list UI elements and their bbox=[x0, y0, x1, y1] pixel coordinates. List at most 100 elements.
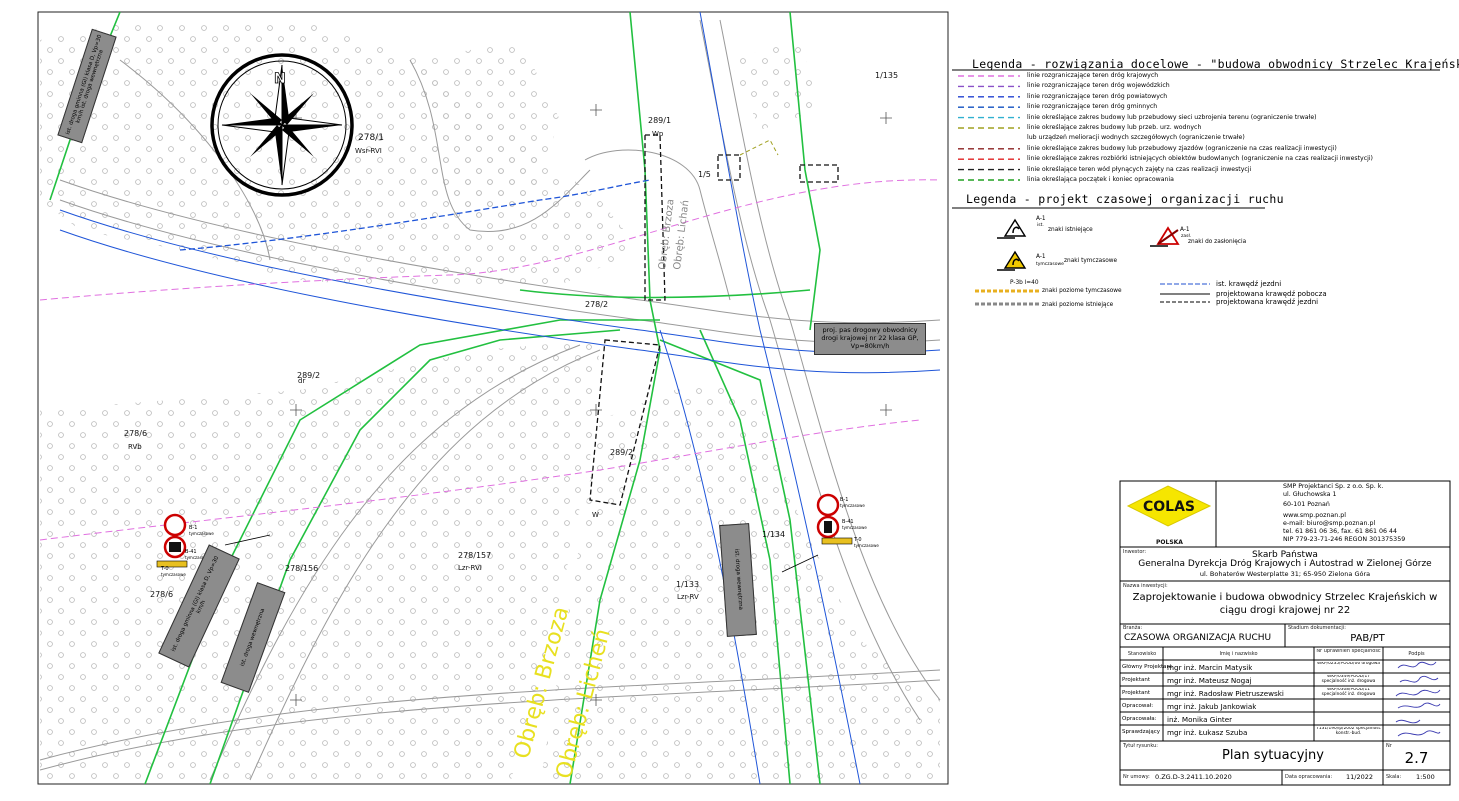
scale-value: 1:500 bbox=[1416, 773, 1435, 781]
covered-sign-icon bbox=[1150, 226, 1180, 247]
contract-value: 0.ZG.D-3.2411.10.2020 bbox=[1155, 773, 1232, 781]
sign-label-left: tymczasowe bbox=[189, 531, 214, 536]
legend-item-label: linie określające zakres rozbiórki istni… bbox=[1027, 155, 1373, 163]
legend-item-label: linie określające zakres budowy lub prze… bbox=[1027, 144, 1337, 152]
map-content: N 278/1 Wsr-RVI 289/1 Wp 1/5 1/135 278/2… bbox=[39, 12, 941, 784]
date-value: 11/2022 bbox=[1346, 773, 1374, 781]
svg-text:N: N bbox=[274, 71, 286, 87]
project-line: ciągu drogi krajowej nr 22 bbox=[1219, 605, 1351, 616]
sheet-number: 2.7 bbox=[1404, 749, 1429, 767]
parcel-label: 278/156 bbox=[285, 564, 318, 573]
staff-name: mgr inż. Radosław Pietruszewski bbox=[1167, 689, 1284, 698]
staff-role: Sprawdzający bbox=[1122, 729, 1161, 735]
staff-role: Główny Projektant bbox=[1122, 664, 1173, 670]
parcel-label: 1/133 bbox=[676, 580, 699, 589]
sign-sub-existing: ist. bbox=[1037, 223, 1044, 228]
legend-item-label: linie określające zakres budowy lub prze… bbox=[1027, 124, 1202, 131]
sheet-title: Plan sytuacyjny bbox=[1222, 748, 1324, 763]
colas-logo-text: COLAS bbox=[1143, 499, 1195, 515]
vegetation-area-ne bbox=[730, 40, 820, 130]
parcel-label: W bbox=[592, 511, 599, 519]
staff-role: Opracował: bbox=[1122, 703, 1154, 709]
firm-line: 60-101 Poznań bbox=[1283, 501, 1330, 508]
legend-toc-title: Legenda - projekt czasowej organizacji r… bbox=[966, 192, 1284, 206]
parcel-label: Wsr-RVI bbox=[355, 147, 382, 155]
staff-name: mgr inż. Łukasz Szuba bbox=[1167, 728, 1248, 737]
legend-item-label: linie rozgraniczające teren dróg wojewód… bbox=[1027, 82, 1170, 90]
branch-value: CZASOWA ORGANIZACJA RUCHU bbox=[1124, 633, 1272, 643]
parcel-label: 289/2 bbox=[297, 371, 320, 380]
parcel-label: 278/2 bbox=[585, 300, 608, 309]
legend-item-label: linie określające teren wód płynących za… bbox=[1027, 165, 1252, 173]
sign-label-right: tymczasowe bbox=[840, 503, 865, 508]
legend-item-label: linia określająca początek i koniec opra… bbox=[1027, 176, 1174, 183]
branch-label: Branża: bbox=[1123, 625, 1143, 631]
no-entry-sign-icon bbox=[816, 493, 840, 517]
staff-license: WKP/0308/POOD/11 specjalność inż. drogow… bbox=[1321, 688, 1376, 697]
toc-line-label: ist. krawędź jezdni bbox=[1216, 280, 1282, 288]
stage-label: Stadium dokumentacji: bbox=[1288, 625, 1346, 631]
parcel-label: 1/134 bbox=[762, 530, 785, 539]
sheet-title-label: Tytuł rysunku: bbox=[1123, 743, 1158, 749]
staff-name: mgr inż. Mateusz Nogaj bbox=[1167, 676, 1252, 685]
staff-role: Projektant bbox=[1122, 677, 1150, 683]
table-header: Nr uprawnień specjalność bbox=[1316, 649, 1381, 654]
parcel-label: 278/1 bbox=[358, 133, 384, 143]
legend-main-title: Legenda - rozwiązania docelowe - "budowa… bbox=[972, 57, 1459, 71]
firm-line: SMP Projektanci Sp. z o.o. Sp. k. bbox=[1283, 483, 1384, 490]
investor-line: Generalna Dyrekcja Dróg Krajowych i Auto… bbox=[1138, 559, 1432, 569]
parcel-label: 278/6 bbox=[150, 590, 173, 599]
stage-value: PAB/PT bbox=[1350, 633, 1385, 644]
sign-label-left: tymczasowe bbox=[161, 572, 186, 577]
temp-marking-code: P-3b l=40 bbox=[1010, 280, 1039, 286]
existing-sign-icon bbox=[997, 218, 1027, 239]
staff-license: WKP/0349/POOD/17 specjalność inż. drogow… bbox=[1321, 675, 1376, 684]
scale-label: Skala: bbox=[1386, 774, 1402, 780]
sign-code-covered: A-1 bbox=[1180, 227, 1190, 233]
project-line: Zaprojektowanie i budowa obwodnicy Strze… bbox=[1132, 592, 1438, 603]
legend-item-label: linie rozgraniczające teren dróg krajowy… bbox=[1027, 72, 1159, 79]
project-label: Nazwa inwestycji: bbox=[1123, 583, 1168, 589]
investor-line: ul. Bohaterów Westerplatte 31; 65-950 Zi… bbox=[1199, 570, 1371, 578]
vegetation-area-north bbox=[40, 20, 640, 290]
parcel-label: Wp bbox=[652, 130, 664, 138]
firm-line: tel. 61 861 06 36, fax. 61 861 06 44 bbox=[1283, 528, 1398, 535]
temp-barrier-icon bbox=[821, 537, 853, 545]
parcel-label: 278/157 bbox=[458, 551, 491, 560]
sign-label-temp: znaki tymczasowe bbox=[1064, 258, 1118, 264]
legend-line-samples bbox=[958, 75, 1020, 181]
parcel-label: RVb bbox=[128, 443, 142, 451]
firm-line: ul. Głuchowska 1 bbox=[1283, 491, 1337, 498]
staff-name: mgr inż. Marcin Matysik bbox=[1167, 663, 1253, 672]
staff-name: inż. Monika Ginter bbox=[1167, 715, 1233, 724]
sign-code-existing: A-1 bbox=[1036, 216, 1046, 222]
colas-country-text: POLSKA bbox=[1156, 539, 1183, 546]
drawing-sheet: N 278/1 Wsr-RVI 289/1 Wp 1/5 1/135 278/2… bbox=[0, 0, 1459, 801]
table-header: Stanowisko bbox=[1127, 651, 1157, 657]
toc-line-label: projektowana krawędź jezdni bbox=[1216, 298, 1319, 306]
table-header: Podpis bbox=[1408, 651, 1425, 657]
sign-label-right: tymczasowe bbox=[854, 543, 879, 548]
existing-marking-label: znaki poziome istniejące bbox=[1042, 302, 1114, 308]
staff-name: mgr inż. Jakub Jankowiak bbox=[1167, 702, 1257, 711]
contract-label: Nr umowy: bbox=[1123, 774, 1150, 780]
firm-line: NIP 779-23-71-246 REGON 301375359 bbox=[1283, 536, 1406, 543]
no-entry-sign-icon bbox=[163, 513, 187, 537]
sign-label-covered: znaki do zasłonięcia bbox=[1188, 239, 1247, 245]
sign-sub-temp: tymczasowe bbox=[1036, 262, 1064, 267]
staff-license: WKP/0235/POOD/06 drogowa bbox=[1317, 662, 1380, 666]
date-label: Data opracowania: bbox=[1285, 774, 1333, 780]
staff-role: Opracowała: bbox=[1122, 716, 1157, 722]
sign-code-temp: A-1 bbox=[1036, 254, 1046, 260]
firm-line: e-mail: biuro@smp.poznan.pl bbox=[1283, 520, 1376, 527]
sign-label-existing: znaki istniejące bbox=[1048, 227, 1093, 233]
proj-road-lane-box: proj. pas drogowy obwodnicy drogi krajow… bbox=[814, 323, 926, 355]
legend-item-label: linie rozgraniczające teren dróg gminnyc… bbox=[1027, 103, 1158, 111]
temporary-sign-icon bbox=[997, 250, 1027, 271]
legend-item-label: linie rozgraniczające teren dróg powiato… bbox=[1027, 92, 1168, 100]
north-arrow-icon: N bbox=[210, 53, 354, 197]
staff-license: 7131/190/ip/2002 specjalność konstr.-bud… bbox=[1316, 727, 1381, 736]
parcel-label: 278/6 bbox=[124, 429, 147, 438]
parcel-label: Lzr-RV bbox=[677, 593, 699, 601]
parcel-label: 289/2 bbox=[610, 448, 633, 457]
